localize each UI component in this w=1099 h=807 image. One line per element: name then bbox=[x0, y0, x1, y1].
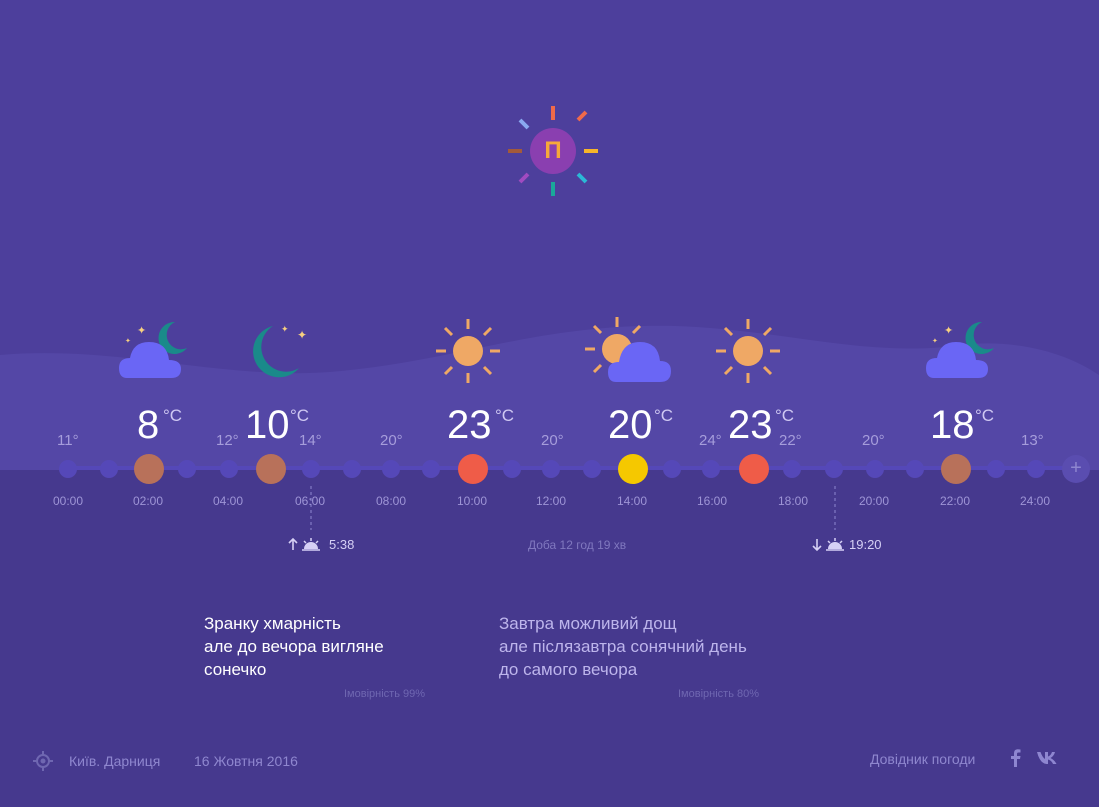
timeline-dot[interactable] bbox=[542, 460, 560, 478]
hour-label: 02:00 bbox=[132, 494, 164, 508]
day-length: Доба 12 год 19 хв bbox=[528, 538, 627, 552]
svg-text:✦: ✦ bbox=[137, 324, 146, 337]
logo-letter: П bbox=[530, 128, 576, 174]
hour-temp: 24° bbox=[699, 432, 722, 449]
forecast-line: Зранку хмарність bbox=[204, 614, 341, 633]
hour-temp: 13° bbox=[1021, 432, 1044, 449]
sunrise-time: 5:38 bbox=[329, 537, 355, 552]
facebook-icon[interactable] bbox=[1008, 749, 1022, 767]
probability-tomorrow: Імовірність 80% bbox=[678, 688, 760, 700]
forecast-line: Завтра можливий дощ bbox=[499, 614, 677, 633]
timeline-dot-peak[interactable] bbox=[458, 454, 488, 484]
date-label: 16 Жовтня 2016 bbox=[194, 753, 298, 769]
svg-text:✦: ✦ bbox=[297, 328, 307, 342]
hour-label: 18:00 bbox=[777, 494, 809, 508]
hour-label: 14:00 bbox=[616, 494, 648, 508]
vk-icon[interactable] bbox=[1036, 751, 1058, 765]
timeline-dot-peak[interactable] bbox=[134, 454, 164, 484]
timeline-dot[interactable] bbox=[987, 460, 1005, 478]
forecast-line: але до вечора вигляне bbox=[204, 637, 384, 656]
temp-unit: °C bbox=[290, 406, 310, 425]
moon-icon: ✦ ✦ bbox=[253, 325, 307, 378]
hour-temp: 20° bbox=[380, 432, 403, 449]
timeline-dot-peak[interactable] bbox=[256, 454, 286, 484]
timeline-dot[interactable] bbox=[302, 460, 320, 478]
temp-unit: °C bbox=[654, 406, 674, 425]
temp-unit: °C bbox=[975, 406, 995, 425]
peak-temp: 18 bbox=[930, 403, 975, 447]
forecast-line: до самого вечора bbox=[499, 660, 638, 679]
temp-unit: °C bbox=[495, 406, 515, 425]
hour-label: 22:00 bbox=[939, 494, 971, 508]
timeline-dot[interactable] bbox=[1027, 460, 1045, 478]
hour-label: 12:00 bbox=[535, 494, 567, 508]
peak-temp: 23 bbox=[728, 403, 773, 447]
timeline-dot[interactable] bbox=[343, 460, 361, 478]
probability-today: Імовірність 99% bbox=[344, 688, 426, 700]
sun-icon bbox=[716, 319, 780, 383]
sunrise-icon bbox=[288, 537, 320, 551]
peak-temp: 8 bbox=[137, 403, 160, 447]
cloud-moon-icon: ✦ ✦ bbox=[926, 321, 994, 378]
timeline-dot[interactable] bbox=[220, 460, 238, 478]
hour-temp: 20° bbox=[862, 432, 885, 449]
forecast-line: сонечко bbox=[204, 660, 267, 679]
add-button[interactable]: + bbox=[1062, 455, 1090, 483]
hour-temp: 11° bbox=[57, 432, 79, 449]
timeline-dot[interactable] bbox=[783, 460, 801, 478]
hour-label: 10:00 bbox=[456, 494, 488, 508]
hour-temp: 22° bbox=[779, 432, 802, 449]
location-target-icon[interactable] bbox=[32, 750, 54, 772]
timeline-dot[interactable] bbox=[178, 460, 196, 478]
timeline-dot-peak[interactable] bbox=[618, 454, 648, 484]
timeline-dot[interactable] bbox=[866, 460, 884, 478]
hour-label: 04:00 bbox=[212, 494, 244, 508]
hour-label: 20:00 bbox=[858, 494, 890, 508]
cloud-moon-icon: ✦ ✦ bbox=[119, 321, 187, 378]
timeline-dot[interactable] bbox=[825, 460, 843, 478]
location-link[interactable]: Київ. Дарниця bbox=[69, 753, 160, 769]
forecast-tomorrow: Завтра можливий дощ але післязавтра соня… bbox=[499, 612, 747, 681]
peak-temp: 23 bbox=[447, 403, 492, 447]
temp-unit: °C bbox=[775, 406, 795, 425]
sunset-icon bbox=[812, 538, 844, 552]
svg-text:✦: ✦ bbox=[125, 337, 131, 345]
timeline-dot[interactable] bbox=[503, 460, 521, 478]
hour-temp: 20° bbox=[541, 432, 564, 449]
hour-label: 08:00 bbox=[375, 494, 407, 508]
sun-icon bbox=[436, 319, 500, 383]
timeline-dot[interactable] bbox=[906, 460, 924, 478]
hour-temp: 12° bbox=[216, 432, 239, 449]
svg-text:✦: ✦ bbox=[932, 337, 938, 345]
forecast-line: але післязавтра сонячний день bbox=[499, 637, 747, 656]
timeline-dot[interactable] bbox=[382, 460, 400, 478]
timeline-dot[interactable] bbox=[583, 460, 601, 478]
timeline-dot-peak[interactable] bbox=[739, 454, 769, 484]
hour-temp: 14° bbox=[299, 432, 322, 449]
svg-text:✦: ✦ bbox=[281, 325, 289, 335]
timeline-dot[interactable] bbox=[422, 460, 440, 478]
hour-label: 06:00 bbox=[294, 494, 326, 508]
timeline-dot[interactable] bbox=[663, 460, 681, 478]
hour-label: 00:00 bbox=[52, 494, 84, 508]
hour-label: 24:00 bbox=[1019, 494, 1051, 508]
timeline-dot[interactable] bbox=[100, 460, 118, 478]
temp-unit: °C bbox=[163, 406, 183, 425]
sunset-time: 19:20 bbox=[849, 537, 882, 552]
timeline-dot[interactable] bbox=[702, 460, 720, 478]
timeline-dot[interactable] bbox=[59, 460, 77, 478]
svg-text:✦: ✦ bbox=[944, 324, 953, 337]
sun-cloud-icon bbox=[585, 317, 671, 382]
peak-temp: 10 bbox=[245, 403, 290, 447]
hour-label: 16:00 bbox=[696, 494, 728, 508]
timeline-dot-peak[interactable] bbox=[941, 454, 971, 484]
weather-guide-link[interactable]: Довідник погоди bbox=[870, 751, 975, 767]
forecast-today: Зранку хмарність але до вечора вигляне с… bbox=[204, 612, 384, 681]
peak-temp: 20 bbox=[608, 403, 653, 447]
